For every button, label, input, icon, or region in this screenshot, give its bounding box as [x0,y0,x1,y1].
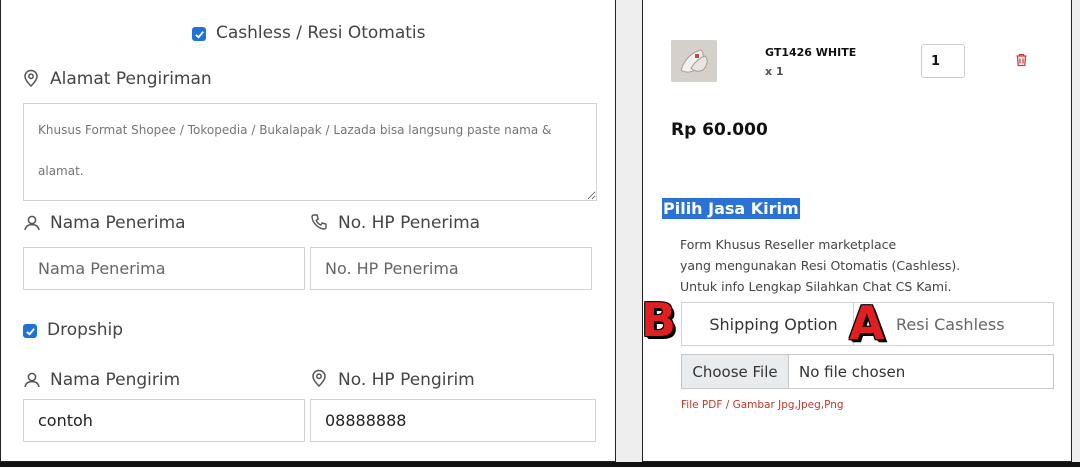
file-status: No file chosen [799,362,906,381]
recipient-name-input[interactable]: Nama Penerima [23,247,305,290]
choose-file-button[interactable]: Choose File [682,355,789,388]
sender-name-label: Nama Pengirim [50,370,181,390]
shipping-form-panel: Cashless / Resi Otomatis Alamat Pengirim… [0,0,616,462]
address-label: Alamat Pengiriman [50,69,212,89]
product-qty-text: x 1 [765,65,784,78]
marker-b: B [641,293,677,347]
cashless-checkbox[interactable] [192,27,206,41]
address-textarea[interactable] [23,103,597,201]
sender-name-input[interactable]: contoh [23,399,305,442]
shipping-option-label: Shipping Option [709,314,838,334]
checkmark-icon [194,30,204,39]
sender-name-value: contoh [38,411,93,430]
recipient-name-placeholder: Nama Penerima [38,259,166,278]
resi-cashless-label: Resi Cashless [896,314,1005,334]
recipient-phone-label: No. HP Penerima [338,213,481,233]
quantity-value: 1 [931,53,941,69]
dropship-label: Dropship [47,320,124,340]
recipient-phone-placeholder: No. HP Penerima [325,259,459,278]
info-line: yang mengunakan Resi Otomatis (Cashless)… [680,258,961,273]
product-thumbnail [671,40,717,82]
trash-icon[interactable] [1015,53,1028,67]
location-pin-icon [23,69,39,88]
sender-phone-value: 08888888 [325,411,407,430]
bottom-divider [0,462,1080,467]
phone-icon [310,213,328,231]
cart-panel: GT1426 WHITE x 1 1 Rp 60.000 Pilih Jasa … [641,0,1072,462]
sender-phone-input[interactable]: 08888888 [310,399,596,442]
marker-a: A [849,296,885,350]
recipient-phone-input[interactable]: No. HP Penerima [310,247,592,290]
info-line: Form Khusus Reseller marketplace [680,237,897,252]
sender-phone-label: No. HP Pengirim [338,370,475,390]
file-hint: File PDF / Gambar Jpg,Jpeg,Png [681,399,844,411]
product-name: GT1426 WHITE [765,46,857,59]
dropship-checkbox[interactable] [23,324,37,338]
info-line: Untuk info Lengkap Silahkan Chat CS Kami… [680,279,952,294]
quantity-input[interactable]: 1 [921,44,965,78]
cashless-label: Cashless / Resi Otomatis [216,23,426,43]
user-icon [23,371,41,389]
section-title: Pilih Jasa Kirim [662,198,800,219]
shipping-option-button[interactable]: Shipping Option [681,302,854,346]
recipient-name-label: Nama Penerima [50,213,186,233]
location-pin-icon [311,369,327,388]
cart-price: Rp 60.000 [671,120,768,140]
user-icon [23,214,41,232]
checkmark-icon [25,327,35,336]
file-input[interactable]: Choose File No file chosen [681,354,1054,389]
